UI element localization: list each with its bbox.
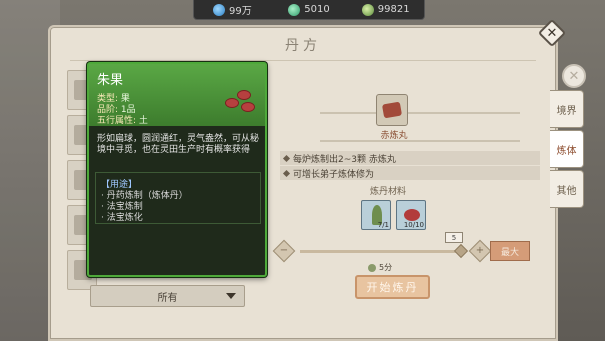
herb-icon (361, 3, 374, 16)
materials-title: 炼丹材料 (370, 187, 407, 197)
item-description: 形如扁球，圆润通红，灵气盎然，可从秘境中寻觅，也在灵田生产时有概率获得 (97, 134, 260, 155)
chevron-down-icon (226, 293, 236, 299)
tab-other[interactable]: 其他 (550, 170, 584, 208)
resource-jade-value: 5010 (304, 4, 330, 15)
increase-button[interactable]: + (468, 239, 492, 263)
effect-line: 每炉炼制出2~3颗 赤炼丸 (280, 151, 540, 165)
material-slot-zhuguo[interactable]: 10/10 (396, 200, 426, 230)
water-drop-icon (212, 3, 225, 16)
tooltip-header: 朱果 类型: 果 品阶: 1品 五行属性: 土 (89, 64, 265, 126)
zhuguo-fruit-icon (223, 86, 259, 116)
berry-shape (225, 98, 239, 108)
tab-realm[interactable]: 境界 (550, 90, 584, 128)
minus-icon: − (279, 245, 289, 256)
max-button[interactable]: 最大 (490, 241, 530, 261)
resource-water-value: 99万 (228, 6, 252, 17)
diamond-bullet-icon (282, 154, 291, 162)
resource-bar: 99万 5010 99821 (193, 0, 425, 20)
resource-herb-value: 99821 (377, 4, 410, 15)
item-element: 五行属性: 土 (97, 116, 148, 126)
material-qty: 7/1 (377, 221, 389, 229)
effect-text: 可增长弟子炼体修为 (293, 169, 375, 180)
quantity-value: 5 (445, 232, 463, 243)
panel-title: 丹方 (285, 38, 321, 54)
quantity-slider[interactable]: − + (272, 239, 492, 263)
effect-line: 可增长弟子炼体修为 (280, 166, 540, 180)
background-close-icon: ✕ (562, 64, 586, 88)
resource-water: 99万 (194, 2, 271, 17)
plus-icon: + (475, 245, 485, 256)
tab-body-refining[interactable]: 炼体 (550, 130, 584, 168)
material-slot-herb[interactable]: 7/1 (361, 200, 391, 230)
pill-name: 赤炼丸 (380, 131, 408, 141)
berry-shape (241, 102, 255, 112)
resource-jade: 5010 (271, 3, 348, 16)
use-item: · 法宝炼化 (101, 213, 143, 223)
pill-slot[interactable] (376, 94, 408, 126)
title-divider (70, 60, 536, 61)
clock-icon (368, 263, 376, 272)
craft-time: 5分 (368, 262, 392, 273)
slider-track[interactable] (300, 250, 464, 253)
resource-herb: 99821 (347, 3, 424, 16)
craft-time-value: 5分 (379, 263, 393, 272)
item-name: 朱果 (97, 73, 124, 88)
slider-thumb[interactable] (453, 243, 469, 259)
close-icon: ✕ (546, 25, 558, 41)
material-qty: 10/10 (403, 221, 424, 229)
start-crafting-button[interactable]: 开始炼丹 (355, 275, 430, 299)
diamond-bullet-icon (282, 169, 291, 177)
jade-icon (288, 3, 301, 16)
zhuguo-fruit-icon (404, 209, 420, 221)
effect-text: 每炉炼制出2~3颗 赤炼丸 (293, 154, 396, 165)
filter-selected: 所有 (157, 292, 178, 304)
filter-dropdown[interactable]: 所有 (90, 285, 245, 307)
berry-shape (237, 90, 251, 100)
decrease-button[interactable]: − (272, 239, 296, 263)
item-tooltip: 朱果 类型: 果 品阶: 1品 五行属性: 土 形如扁球，圆润通红，灵气盎然，可… (87, 62, 267, 277)
pill-icon (381, 101, 403, 119)
scroll-decoration (320, 112, 520, 142)
